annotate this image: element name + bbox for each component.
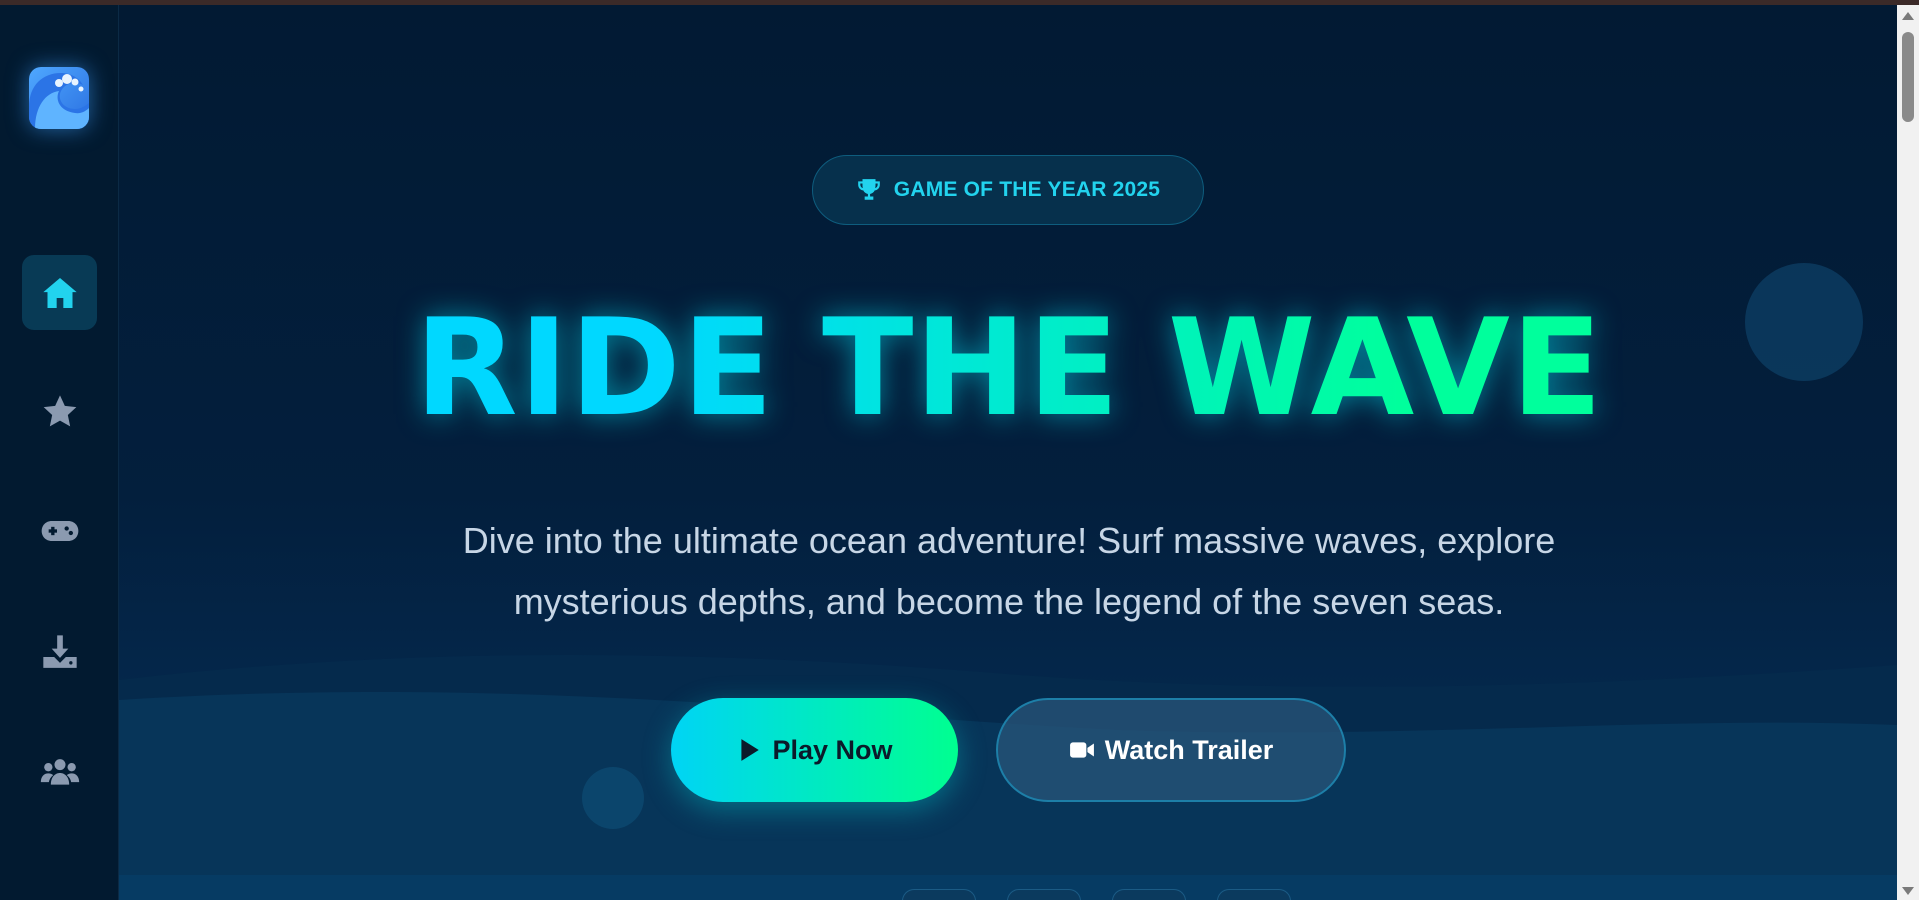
sidebar-item-community[interactable] — [22, 735, 97, 810]
award-badge: GAME OF THE YEAR 2025 — [812, 155, 1204, 225]
users-icon — [40, 758, 79, 785]
hero-title: RIDE THE WAVE — [119, 293, 1897, 443]
watch-trailer-button[interactable]: Watch Trailer — [996, 698, 1346, 802]
star-icon — [43, 394, 76, 426]
wave-logo-icon[interactable] — [29, 67, 89, 129]
stats-row-peek — [902, 889, 1322, 900]
decorative-bubble — [582, 767, 644, 829]
hero-description: Dive into the ultimate ocean adventure! … — [462, 520, 1556, 622]
home-icon — [42, 277, 77, 308]
download-icon — [42, 634, 77, 668]
trophy-icon — [857, 179, 880, 200]
video-camera-icon — [1069, 742, 1094, 758]
scroll-up-arrow-icon[interactable] — [1902, 12, 1914, 20]
play-now-button[interactable]: Play Now — [671, 698, 958, 802]
play-now-label: Play Now — [772, 734, 893, 765]
page-scrollbar[interactable] — [1897, 5, 1919, 900]
sidebar-item-home[interactable] — [22, 255, 97, 330]
stat-chip — [902, 889, 976, 900]
play-icon — [741, 739, 760, 761]
award-badge-text: GAME OF THE YEAR 2025 — [893, 178, 1161, 201]
watch-trailer-label: Watch Trailer — [1104, 734, 1274, 765]
scrollbar-thumb[interactable] — [1902, 32, 1914, 122]
stat-chip — [1112, 889, 1186, 900]
stat-chip — [1217, 889, 1291, 900]
sidebar-item-games[interactable] — [22, 493, 97, 568]
sidebar — [0, 5, 119, 900]
sidebar-item-downloads[interactable] — [22, 614, 97, 689]
hero-section: GAME OF THE YEAR 2025 RIDE THE WAVE Dive… — [119, 5, 1897, 900]
sidebar-item-favorites[interactable] — [22, 374, 97, 449]
stat-chip — [1007, 889, 1081, 900]
scroll-down-arrow-icon[interactable] — [1902, 887, 1914, 895]
gamepad-icon — [41, 520, 78, 541]
